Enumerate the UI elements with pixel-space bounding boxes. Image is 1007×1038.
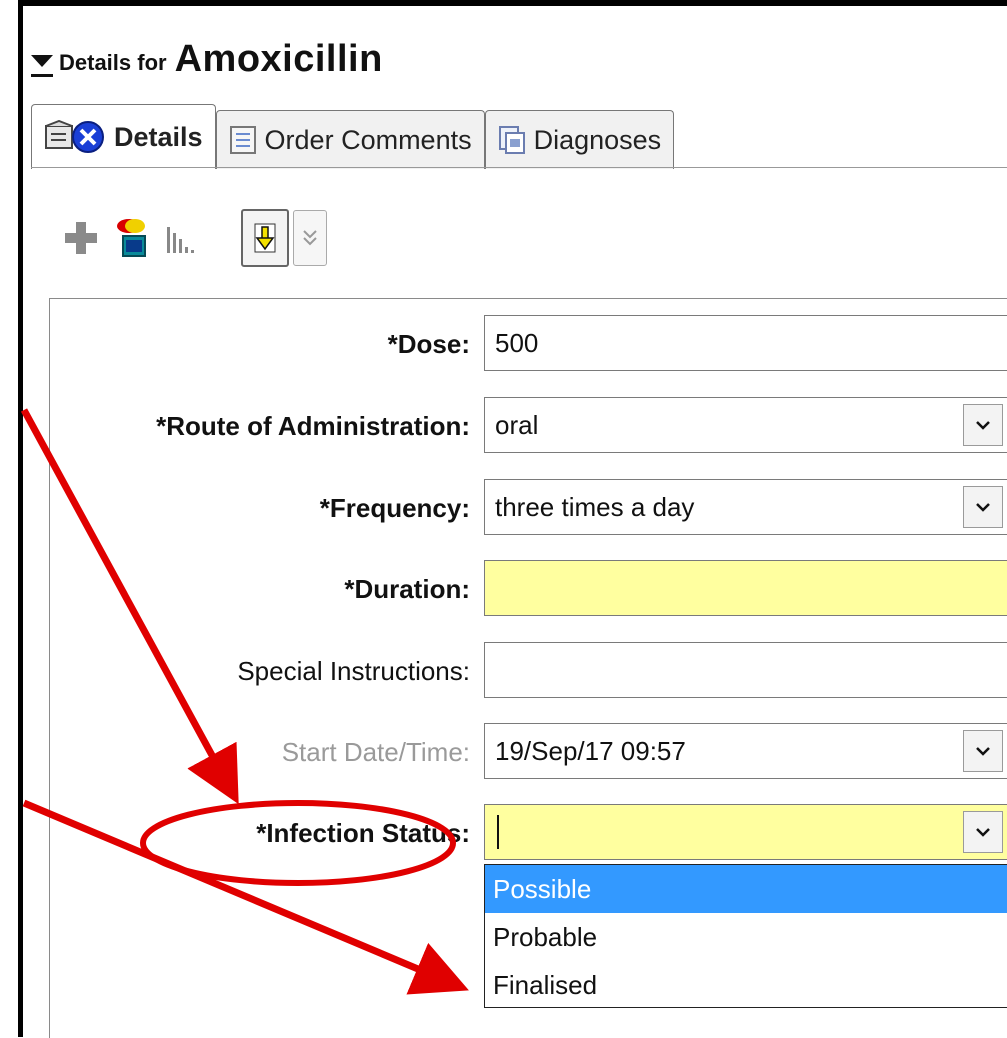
duration-row: *Duration: [50, 560, 1007, 618]
diagnoses-tab-icon [498, 125, 526, 155]
special-instructions-row: Special Instructions: [50, 642, 1007, 700]
details-panel: Details for Amoxicillin Details Order Co… [23, 6, 1007, 1038]
duration-input[interactable] [484, 560, 1007, 616]
frequency-label: *Frequency: [319, 492, 470, 523]
option-finalised[interactable]: Finalised [485, 961, 1007, 1009]
tab-diagnoses[interactable]: Diagnoses [484, 110, 675, 169]
tab-details-label: Details [114, 121, 203, 152]
start-datetime-dropdown-button[interactable] [963, 730, 1003, 772]
special-instructions-input[interactable] [484, 642, 1007, 698]
start-datetime-row: Start Date/Time: 19/Sep/17 09:57 [50, 723, 1007, 781]
route-row: *Route of Administration: oral [50, 397, 1007, 455]
tab-diagnoses-label: Diagnoses [533, 124, 662, 155]
dose-label: *Dose: [387, 328, 470, 359]
special-instructions-label: Special Instructions: [237, 655, 470, 686]
order-details-form: *Dose: 500 *Route of Administration: ora… [49, 298, 1007, 1038]
chevron-down-icon [976, 503, 990, 512]
route-dropdown-button[interactable] [963, 404, 1003, 446]
frequency-value: three times a day [495, 491, 695, 522]
details-header: Details for Amoxicillin [31, 34, 383, 84]
details-tab-icon [44, 120, 106, 154]
infection-status-dropdown-button[interactable] [963, 811, 1003, 853]
frequency-select[interactable]: three times a day [484, 479, 1007, 535]
start-datetime-select[interactable]: 19/Sep/17 09:57 [484, 723, 1007, 779]
tab-order-comments[interactable]: Order Comments [215, 110, 485, 169]
double-chevron-down-button[interactable] [293, 210, 327, 266]
infection-status-label: *Infection Status: [256, 817, 470, 848]
dose-value: 500 [495, 327, 539, 358]
drug-name: Amoxicillin [174, 37, 383, 80]
route-select[interactable]: oral [484, 397, 1007, 453]
tab-strip: Details Order Comments Diagnoses [31, 104, 675, 169]
add-icon[interactable] [63, 220, 99, 256]
tab-details[interactable]: Details [31, 104, 216, 169]
order-toggle-icon[interactable] [115, 216, 149, 260]
dose-input[interactable]: 500 [484, 315, 1007, 371]
route-value: oral [495, 409, 539, 440]
infection-status-options: Possible Probable Finalised [484, 864, 1007, 1008]
start-datetime-value: 19/Sep/17 09:57 [495, 735, 686, 766]
option-probable[interactable]: Probable [485, 913, 1007, 961]
chevron-down-icon [976, 828, 990, 837]
start-datetime-label: Start Date/Time: [281, 736, 470, 767]
dose-row: *Dose: 500 [50, 315, 1007, 373]
chevron-down-icon [976, 421, 990, 430]
route-label: *Route of Administration: [156, 410, 470, 441]
duration-label: *Duration: [344, 573, 470, 604]
tab-order-comments-label: Order Comments [264, 124, 472, 155]
frequency-dropdown-button[interactable] [963, 486, 1003, 528]
text-caret [497, 815, 499, 849]
infection-status-select[interactable] [484, 804, 1007, 860]
collapse-underline [31, 74, 53, 77]
chevron-down-icon [976, 747, 990, 756]
infection-status-row: *Infection Status: [50, 804, 1007, 862]
option-possible[interactable]: Possible [485, 865, 1007, 913]
arrow-down-button[interactable] [241, 209, 289, 267]
arrow-down-icon [254, 223, 276, 253]
tab-strip-baseline [31, 167, 1007, 168]
chart-icon[interactable] [165, 221, 195, 255]
double-chevron-down-icon [303, 230, 317, 246]
order-comments-tab-icon [229, 125, 257, 155]
header-prefix: Details for [59, 50, 167, 75]
frequency-row: *Frequency: three times a day [50, 479, 1007, 537]
toolbar [63, 206, 327, 270]
collapse-triangle-icon[interactable] [31, 55, 53, 67]
